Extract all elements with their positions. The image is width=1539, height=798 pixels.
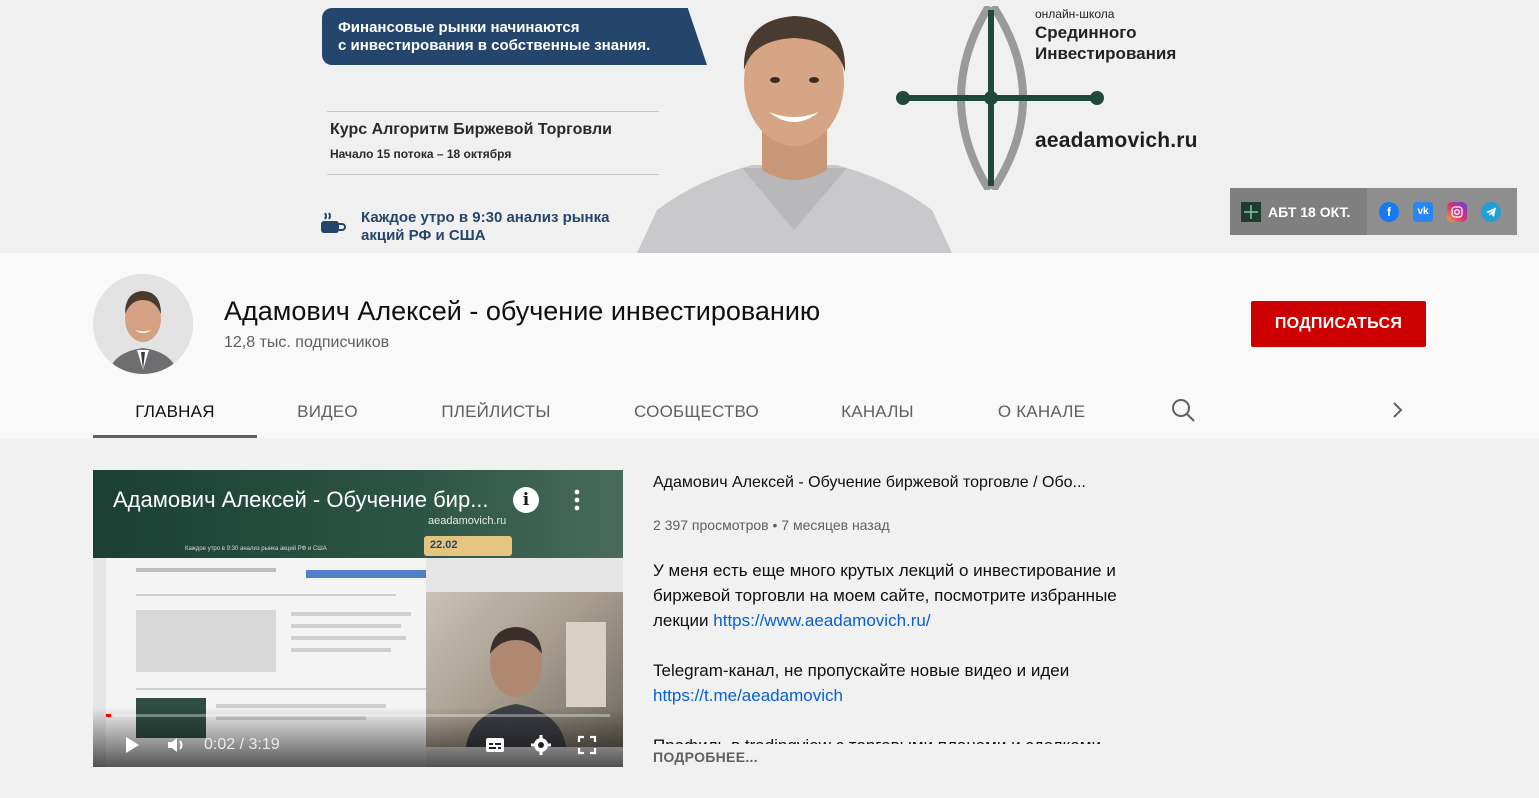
daily-line2: акций РФ и США — [361, 227, 486, 244]
facebook-icon[interactable]: f — [1379, 201, 1399, 222]
site-link[interactable]: https://www.aeadamovich.ru/ — [713, 611, 930, 630]
site-logo-icon — [1241, 201, 1261, 222]
school-name-line2: Инвестирования — [1035, 44, 1177, 63]
progress-bar[interactable] — [106, 714, 610, 717]
fullscreen-icon[interactable] — [576, 734, 598, 756]
progress-fill — [106, 714, 112, 717]
video-overlay-site: aeadamovich.ru — [428, 515, 507, 527]
meta-separator: • — [772, 517, 782, 533]
tab-about[interactable]: О КАНАЛЕ — [956, 385, 1127, 438]
banner-site: aeadamovich.ru — [1035, 129, 1198, 152]
show-more-button[interactable]: ПОДРОБНЕЕ... — [653, 749, 758, 765]
volume-icon[interactable] — [165, 734, 187, 756]
featured-video-title[interactable]: Адамович Алексей - Обучение биржевой тор… — [653, 474, 1158, 492]
view-count: 2 397 просмотров — [653, 517, 769, 533]
tab-community[interactable]: СООБЩЕСТВО — [594, 385, 799, 438]
video-title-overlay[interactable]: Адамович Алексей - Обучение бир... — [113, 487, 493, 513]
subtitles-icon[interactable] — [484, 734, 506, 756]
course-start: Начало 15 потока – 18 октября — [330, 147, 512, 161]
description-text-2: Telegram-канал, не пропускайте новые вид… — [653, 661, 1070, 680]
video-time: 0:02 / 3:19 — [204, 736, 280, 753]
vk-icon[interactable]: vk — [1413, 201, 1433, 222]
instagram-icon[interactable] — [1447, 201, 1467, 222]
daily-line1: Каждое утро в 9:30 анализ рынка — [361, 209, 610, 226]
tab-home[interactable]: ГЛАВНАЯ — [93, 385, 257, 438]
video-frame-header — [93, 470, 623, 558]
video-overlay-caption: Каждое утро в 9:30 анализ рынка акций РФ… — [185, 546, 327, 552]
channel-banner: Финансовые рынки начинаются с инвестиров… — [0, 0, 1539, 253]
course-title: Курс Алгоритм Биржевой Торговли — [330, 121, 613, 138]
school-name-line1: Срединного — [1035, 23, 1137, 42]
search-icon[interactable] — [1170, 397, 1196, 423]
coffee-cup-icon — [321, 212, 346, 233]
featured-video-meta: 2 397 просмотров • 7 месяцев назад — [653, 517, 890, 533]
banner-link-label: АБТ 18 ОКТ. — [1268, 203, 1351, 220]
divider — [327, 174, 659, 175]
tab-channels[interactable]: КАНАЛЫ — [799, 385, 956, 438]
school-label-small: онлайн-школа — [1035, 7, 1115, 21]
more-vertical-icon[interactable] — [567, 487, 587, 513]
subscriber-count: 12,8 тыс. подписчиков — [224, 334, 390, 351]
avatar[interactable] — [93, 274, 193, 374]
avatar-photo — [93, 274, 193, 374]
chevron-right-icon[interactable] — [1386, 399, 1408, 421]
telegram-icon[interactable] — [1481, 201, 1501, 222]
banner-link-abt[interactable]: АБТ 18 ОКТ. — [1230, 188, 1367, 235]
featured-video-description: У меня есть еще много крутых лекций о ин… — [653, 558, 1173, 744]
telegram-link[interactable]: https://t.me/aeadamovich — [653, 686, 843, 705]
info-icon[interactable]: i — [513, 487, 539, 513]
daily-analysis-text: Каждое утро в 9:30 анализ рынка акций РФ… — [361, 209, 609, 245]
banner-links: АБТ 18 ОКТ. f vk — [1230, 188, 1517, 235]
tab-playlists[interactable]: ПЛЕЙЛИСТЫ — [398, 385, 594, 438]
school-name: Срединного Инвестирования — [1035, 22, 1176, 64]
tab-videos[interactable]: ВИДЕО — [257, 385, 398, 438]
divider — [327, 111, 659, 112]
description-text-3: Профиль в tradingview с торговыми планам… — [653, 733, 1173, 744]
settings-gear-icon[interactable] — [530, 734, 552, 756]
video-overlay-date: 22.02 — [424, 536, 512, 556]
channel-header: Адамович Алексей - обучение инвестирован… — [0, 253, 1539, 438]
play-icon[interactable] — [121, 734, 143, 756]
channel-tabs: ГЛАВНАЯ ВИДЕО ПЛЕЙЛИСТЫ СООБЩЕСТВО КАНАЛ… — [93, 385, 1127, 438]
channel-name: Адамович Алексей - обучение инвестирован… — [224, 296, 821, 326]
upload-age: 7 месяцев назад — [781, 517, 890, 533]
featured-video-player[interactable]: aeadamovich.ru 22.02 Каждое утро в 9:30 … — [93, 470, 623, 767]
subscribe-button[interactable]: ПОДПИСАТЬСЯ — [1251, 301, 1426, 347]
